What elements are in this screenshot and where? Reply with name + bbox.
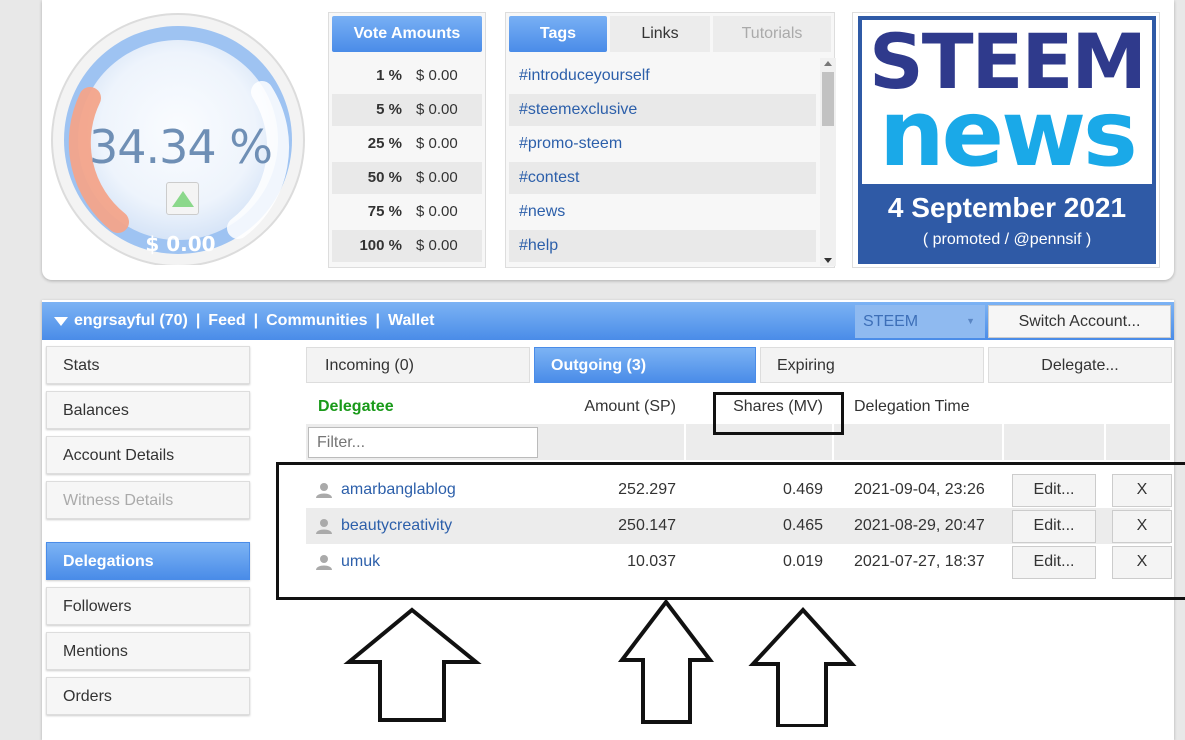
- tab-incoming[interactable]: Incoming (0): [306, 347, 530, 383]
- tab-links[interactable]: Links: [610, 16, 710, 52]
- side-item-mentions[interactable]: Mentions: [46, 632, 250, 670]
- tab-tags[interactable]: Tags: [509, 16, 607, 52]
- wallet-link[interactable]: Wallet: [388, 312, 435, 329]
- currency-select[interactable]: STEEM ▼: [855, 305, 985, 338]
- nav-separator: |: [375, 312, 380, 329]
- vote-row: 5 % $ 0.00: [332, 94, 482, 126]
- annotation-box-rows: [276, 462, 1185, 600]
- side-item-account-details[interactable]: Account Details: [46, 436, 250, 474]
- voting-power-percent: 34.34 %: [88, 120, 273, 174]
- tab-delegate[interactable]: Delegate...: [988, 347, 1172, 383]
- vote-pct: 1 %: [376, 67, 402, 84]
- tag-link[interactable]: #contest: [509, 162, 816, 194]
- tab-tutorials[interactable]: Tutorials: [713, 16, 831, 52]
- tab-outgoing[interactable]: Outgoing (3): [534, 347, 756, 383]
- vote-value: $ 0.00: [416, 67, 458, 84]
- arrow-up-icon: [617, 598, 715, 724]
- scroll-thumb[interactable]: [822, 72, 834, 126]
- tag-link[interactable]: #news: [509, 196, 816, 228]
- vote-value: $ 0.00: [416, 203, 458, 220]
- caret-down-icon[interactable]: [54, 317, 68, 326]
- arrow-up-icon: [343, 607, 482, 722]
- column-divider: [1002, 424, 1004, 460]
- news-logo-news: news: [879, 80, 1138, 187]
- vote-amounts-title: Vote Amounts: [332, 16, 482, 52]
- vote-row: 25 % $ 0.00: [332, 128, 482, 160]
- chevron-down-icon: ▼: [966, 316, 975, 326]
- vote-row: 75 % $ 0.00: [332, 196, 482, 228]
- annotation-box-shares: [713, 392, 844, 435]
- voting-power-value: $ 0.00: [145, 232, 216, 256]
- vote-pct: 5 %: [376, 101, 402, 118]
- vote-value: $ 0.00: [416, 169, 458, 186]
- switch-account-button[interactable]: Switch Account...: [988, 305, 1171, 338]
- arrow-up-icon: [172, 191, 194, 207]
- filter-input[interactable]: [308, 427, 538, 458]
- communities-link[interactable]: Communities: [266, 312, 367, 329]
- header-amount[interactable]: Amount (SP): [540, 392, 676, 422]
- column-divider: [684, 424, 686, 460]
- account-nav: engrsayful (70) | Feed | Communities | Wallet: [74, 302, 434, 340]
- vote-value: $ 0.00: [416, 135, 458, 152]
- news-date: 4 September 2021: [887, 192, 1127, 223]
- side-item-followers[interactable]: Followers: [46, 587, 250, 625]
- scroll-down-icon[interactable]: [824, 258, 832, 263]
- nav-separator: |: [253, 312, 259, 329]
- side-item-orders[interactable]: Orders: [46, 677, 250, 715]
- account-name-link[interactable]: engrsayful (70): [74, 312, 188, 329]
- scroll-up-icon[interactable]: [824, 61, 832, 66]
- arrow-up-icon: [748, 607, 857, 727]
- vote-row: 50 % $ 0.00: [332, 162, 482, 194]
- tag-link[interactable]: #help: [509, 230, 816, 262]
- vote-row: 100 % $ 0.00: [332, 230, 482, 262]
- nav-separator: |: [195, 312, 201, 329]
- feed-link[interactable]: Feed: [208, 312, 245, 329]
- tab-expiring[interactable]: Expiring: [760, 347, 984, 383]
- header-delegatee[interactable]: Delegatee: [318, 392, 394, 422]
- vote-pct: 50 %: [367, 169, 402, 186]
- upvote-button[interactable]: [166, 182, 199, 215]
- news-credit: ( promoted / @pennsif ): [922, 231, 1092, 248]
- vote-pct: 25 %: [367, 135, 402, 152]
- vote-value: $ 0.00: [416, 101, 458, 118]
- vote-pct: 75 %: [367, 203, 402, 220]
- tag-link[interactable]: #promo-steem: [509, 128, 816, 160]
- side-item-delegations[interactable]: Delegations: [46, 542, 250, 580]
- currency-select-value: STEEM: [863, 313, 919, 330]
- tag-link[interactable]: #introduceyourself: [509, 60, 816, 92]
- side-item-witness-details: Witness Details: [46, 481, 250, 519]
- header-delegation-time[interactable]: Delegation Time: [854, 392, 970, 422]
- tag-link[interactable]: #steemexclusive: [509, 94, 816, 126]
- side-item-stats[interactable]: Stats: [46, 346, 250, 384]
- vote-value: $ 0.00: [416, 237, 458, 254]
- side-item-balances[interactable]: Balances: [46, 391, 250, 429]
- column-divider: [1104, 424, 1106, 460]
- vote-pct: 100 %: [359, 237, 402, 254]
- vote-row: 1 % $ 0.00: [332, 60, 482, 92]
